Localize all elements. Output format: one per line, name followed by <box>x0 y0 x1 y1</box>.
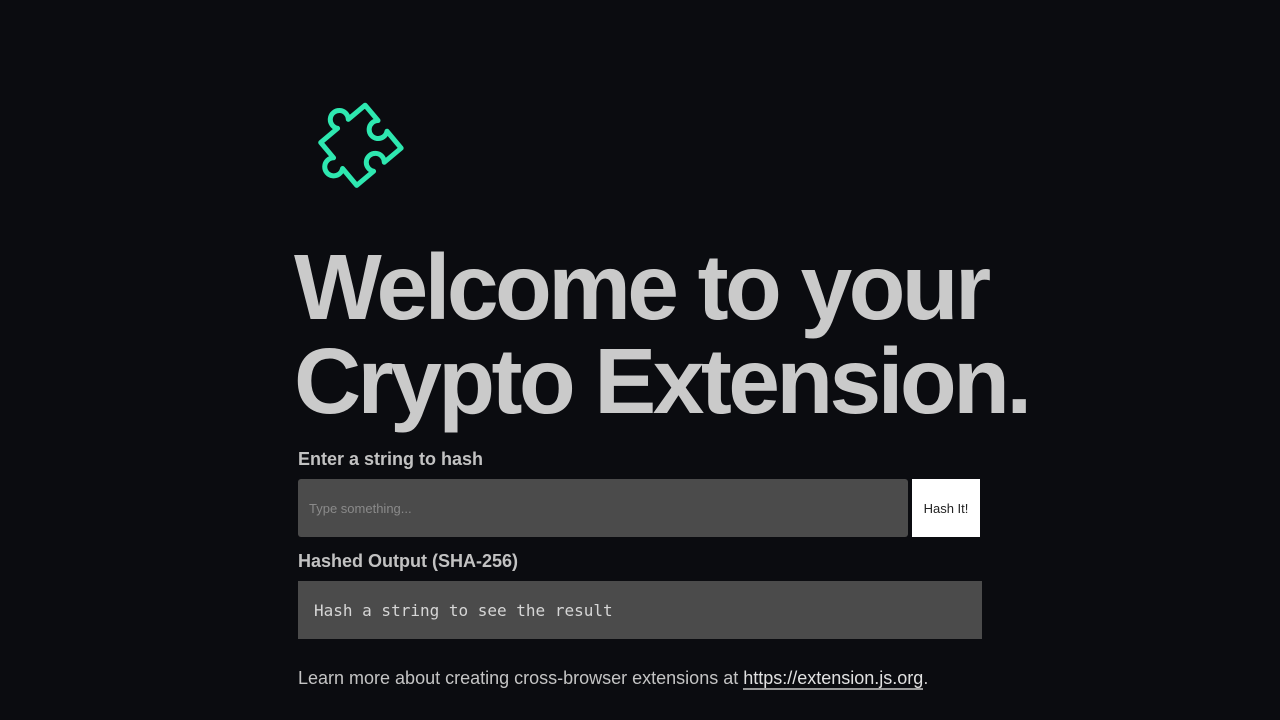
hash-input-row: Hash It! <box>298 479 982 537</box>
extension-docs-link[interactable]: https://extension.js.org <box>743 668 924 690</box>
output-label: Hashed Output (SHA-256) <box>298 551 519 571</box>
title-line-2: Crypto Extension. <box>294 329 1032 433</box>
puzzle-piece-icon <box>298 82 420 204</box>
hash-output-box: Hash a string to see the result <box>298 581 982 639</box>
title-line-1: Welcome to your <box>294 235 991 339</box>
page-title: Welcome to your Crypto Extension. <box>294 240 1032 428</box>
footer-suffix: . <box>923 668 929 688</box>
footer-text: Learn more about creating cross-browser … <box>298 668 929 690</box>
hash-it-button[interactable]: Hash It! <box>912 479 980 537</box>
footer-prefix: Learn more about creating cross-browser … <box>298 668 744 688</box>
hash-output-text: Hash a string to see the result <box>314 600 613 620</box>
hash-string-input[interactable] <box>298 479 908 537</box>
input-label: Enter a string to hash <box>298 449 484 469</box>
